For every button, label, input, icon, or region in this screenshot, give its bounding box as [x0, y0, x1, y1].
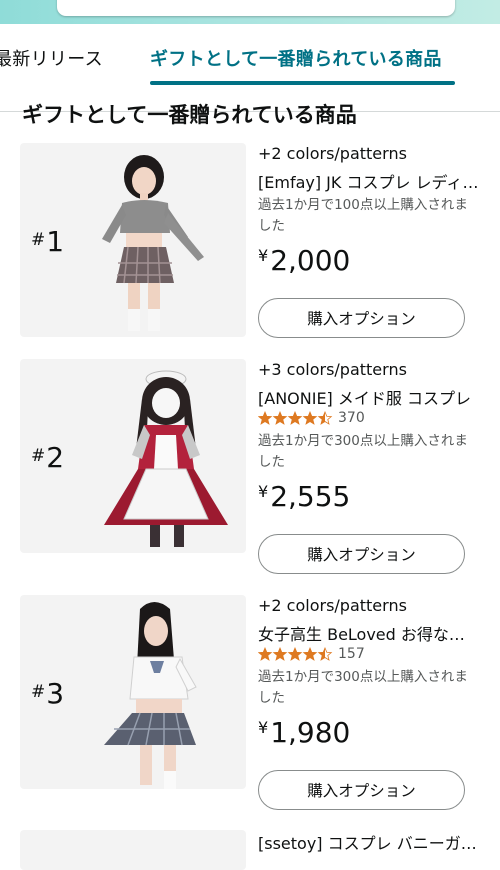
purchase-count: 過去1か月で300点以上購入されました — [258, 433, 468, 470]
tab-new-releases[interactable]: 最新リリース — [0, 45, 103, 71]
product-image-link[interactable] — [20, 830, 246, 870]
purchase-options-button[interactable]: 購入オプション — [258, 770, 465, 810]
product-image-link[interactable]: #1 — [20, 143, 246, 337]
rating[interactable]: 157 — [258, 646, 365, 664]
product-photo — [104, 602, 197, 789]
list-item: #1 +2 colors/patterns [Emfay] JK コスプレ レデ… — [0, 143, 500, 379]
product-title-link[interactable]: [Emfay] JK コスプレ レディース — [258, 169, 480, 193]
rank-badge: #1 — [31, 225, 65, 258]
product-title-link[interactable]: [ssetoy] コスプレ バニーガール — [258, 830, 480, 854]
section-title: ギフトとして一番贈られている商品 — [22, 103, 357, 127]
color-variants[interactable]: +2 colors/patterns — [258, 144, 407, 163]
product-photo — [102, 155, 204, 331]
header-bar — [0, 0, 500, 24]
product-image-link[interactable]: #3 — [20, 595, 246, 789]
color-variants[interactable]: +3 colors/patterns — [258, 360, 407, 379]
purchase-count: 過去1か月で100点以上購入されました — [258, 197, 468, 234]
list-item: #2 +3 colors/patterns [ANONIE] メイド服 コスプレ — [0, 359, 500, 595]
purchase-options-button[interactable]: 購入オプション — [258, 298, 465, 338]
price: ¥2,555 — [258, 480, 351, 513]
price: ¥2,000 — [258, 244, 351, 277]
rank-badge: #3 — [31, 677, 65, 710]
tab-bar: 最新リリース ギフトとして一番贈られている商品 — [0, 24, 500, 112]
tab-most-gifted[interactable]: ギフトとして一番贈られている商品 — [150, 45, 442, 71]
active-tab-indicator — [150, 81, 455, 85]
search-input[interactable] — [57, 0, 455, 16]
product-photo — [104, 370, 228, 547]
list-item: #3 +2 colors/patterns 女子高生 BeLoved お得なセッ… — [0, 595, 500, 831]
star-rating-icon — [258, 646, 333, 661]
product-image-link[interactable]: #2 — [20, 359, 246, 553]
star-rating-icon — [258, 410, 333, 425]
purchase-count: 過去1か月で300点以上購入されました — [258, 669, 468, 706]
rating-count: 370 — [338, 410, 365, 426]
rank-badge: #2 — [31, 441, 65, 474]
rating-count: 157 — [338, 646, 365, 662]
product-title-link[interactable]: [ANONIE] メイド服 コスプレ — [258, 385, 480, 409]
rating[interactable]: 370 — [258, 410, 365, 428]
color-variants[interactable]: +2 colors/patterns — [258, 596, 407, 615]
purchase-options-button[interactable]: 購入オプション — [258, 534, 465, 574]
product-title-link[interactable]: 女子高生 BeLoved お得なセット — [258, 621, 480, 645]
price: ¥1,980 — [258, 716, 351, 749]
